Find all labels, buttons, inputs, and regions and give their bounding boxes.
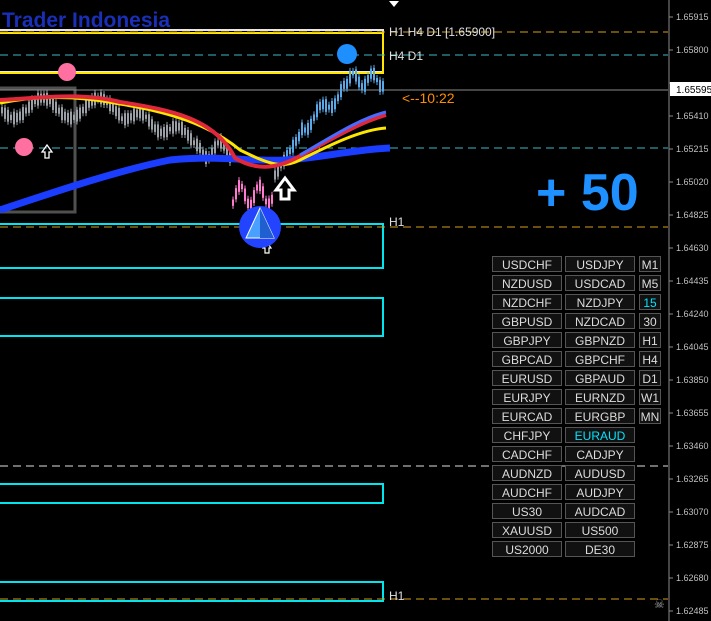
profit-display: + 50: [536, 164, 639, 222]
symbol-button-eurcad[interactable]: EURCAD: [492, 408, 562, 424]
demand-zone-3: [0, 483, 384, 504]
demand-zone-4: [0, 581, 384, 602]
symbol-button-audusd[interactable]: AUDUSD: [565, 465, 635, 481]
supply-zone-top-inner: [0, 32, 384, 74]
price-axis-label: 1.63655: [676, 408, 709, 418]
price-axis-label: 1.62485: [676, 606, 709, 616]
supply-zone-top: [0, 29, 384, 73]
timeframe-button-h4[interactable]: H4: [639, 351, 661, 367]
chart-shift-marker-icon[interactable]: [389, 1, 399, 7]
symbol-button-eurnzd[interactable]: EURNZD: [565, 389, 635, 405]
symbol-button-xauusd[interactable]: XAUUSD: [492, 522, 562, 538]
symbol-button-audchf[interactable]: AUDCHF: [492, 484, 562, 500]
price-axis-label: 1.63460: [676, 441, 709, 451]
level-label-h1-h4-d1: H1 H4 D1 [1.65900]: [389, 25, 495, 39]
price-axis-label: 1.64240: [676, 309, 709, 319]
timeframe-button-mn[interactable]: MN: [639, 408, 661, 424]
symbol-button-cadjpy[interactable]: CADJPY: [565, 446, 635, 462]
price-axis-label: 1.62875: [676, 540, 709, 550]
symbol-button-nzdjpy[interactable]: NZDJPY: [565, 294, 635, 310]
symbol-button-audnzd[interactable]: AUDNZD: [492, 465, 562, 481]
current-price-label: 1.65595: [676, 85, 711, 96]
symbol-button-gbpcad[interactable]: GBPCAD: [492, 351, 562, 367]
symbol-button-gbpchf[interactable]: GBPCHF: [565, 351, 635, 367]
symbol-button-chfjpy[interactable]: CHFJPY: [492, 427, 562, 443]
symbol-button-de30[interactable]: DE30: [565, 541, 635, 557]
timeframe-button-m5[interactable]: M5: [639, 275, 661, 291]
symbol-button-eurjpy[interactable]: EURJPY: [492, 389, 562, 405]
price-axis-label: 1.64435: [676, 276, 709, 286]
skull-icon: ☠: [654, 597, 665, 611]
symbol-button-euraud[interactable]: EURAUD: [565, 427, 635, 443]
symbol-button-nzdchf[interactable]: NZDCHF: [492, 294, 562, 310]
level-label-h1-lower: H1: [389, 589, 405, 603]
symbol-button-nzdusd[interactable]: NZDUSD: [492, 275, 562, 291]
symbol-button-gbpjpy[interactable]: GBPJPY: [492, 332, 562, 348]
timeframe-button-h1[interactable]: H1: [639, 332, 661, 348]
symbol-button-us500[interactable]: US500: [565, 522, 635, 538]
price-axis-label: 1.65800: [676, 45, 709, 55]
price-axis: 1.65915 1.65800 1.65410 1.65215 1.65020 1.648…: [669, 12, 709, 616]
symbol-button-us30[interactable]: US30: [492, 503, 562, 519]
price-axis-label: 1.64825: [676, 210, 709, 220]
price-axis-label: 1.64630: [676, 243, 709, 253]
demand-zone-2: [0, 297, 384, 337]
symbol-button-usdchf[interactable]: USDCHF: [492, 256, 562, 272]
symbol-button-gbpnzd[interactable]: GBPNZD: [565, 332, 635, 348]
blue-dot-marker: [337, 44, 357, 64]
symbol-button-usdjpy[interactable]: USDJPY: [565, 256, 635, 272]
price-axis-label: 1.63070: [676, 507, 709, 517]
level-label-h4-d1: H4 D1: [389, 49, 423, 63]
price-axis-label: 1.65410: [676, 111, 709, 121]
ma-blue: [0, 144, 391, 214]
price-axis-label: 1.65215: [676, 144, 709, 154]
symbol-button-gbpaud[interactable]: GBPAUD: [565, 370, 635, 386]
pink-dot-marker: [58, 63, 76, 81]
triangle-signal-icon: [239, 206, 281, 248]
level-label-h1-upper: H1: [389, 215, 405, 229]
symbol-button-nzdcad[interactable]: NZDCAD: [565, 313, 635, 329]
symbol-button-cadchf[interactable]: CADCHF: [492, 446, 562, 462]
price-axis-label: 1.64045: [676, 342, 709, 352]
candle-countdown: <--10:22: [402, 90, 455, 106]
symbol-button-usdcad[interactable]: USDCAD: [565, 275, 635, 291]
timeframe-button-30[interactable]: 30: [639, 313, 661, 329]
symbol-button-audcad[interactable]: AUDCAD: [565, 503, 635, 519]
symbol-button-audjpy[interactable]: AUDJPY: [565, 484, 635, 500]
timeframe-button-w1[interactable]: W1: [639, 389, 661, 405]
price-axis-label: 1.65915: [676, 12, 709, 22]
price-axis-label: 1.62680: [676, 573, 709, 583]
symbol-button-us2000[interactable]: US2000: [492, 541, 562, 557]
symbol-button-eurusd[interactable]: EURUSD: [492, 370, 562, 386]
price-axis-label: 1.63265: [676, 474, 709, 484]
timeframe-button-d1[interactable]: D1: [639, 370, 661, 386]
pink-dot-marker: [15, 138, 33, 156]
timeframe-button-15[interactable]: 15: [639, 294, 661, 310]
up-arrow-icon: [273, 175, 297, 201]
up-arrow-icon: [40, 143, 54, 159]
demand-zone-1: [0, 223, 384, 269]
price-axis-label: 1.63850: [676, 375, 709, 385]
price-axis-label: 1.65020: [676, 177, 709, 187]
timeframe-button-m1[interactable]: M1: [639, 256, 661, 272]
symbol-button-gbpusd[interactable]: GBPUSD: [492, 313, 562, 329]
symbol-button-eurgbp[interactable]: EURGBP: [565, 408, 635, 424]
watermark-text: Trader Indonesia: [2, 9, 170, 32]
